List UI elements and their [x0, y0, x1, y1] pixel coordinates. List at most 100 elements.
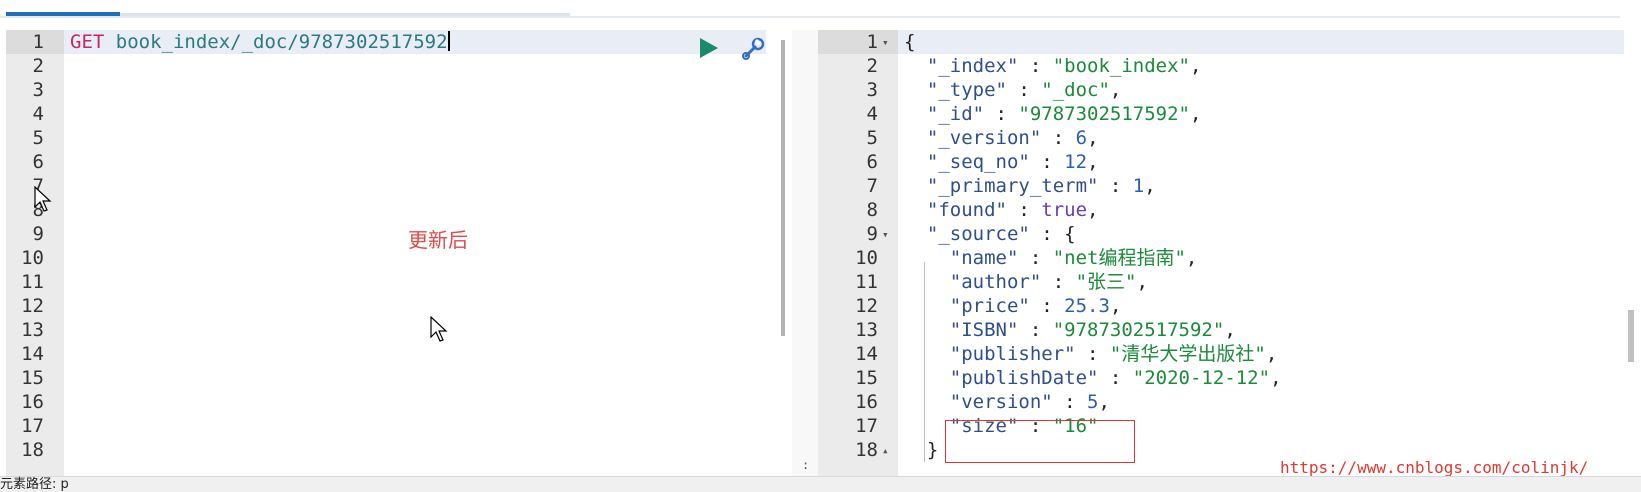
line-number: 18 — [855, 439, 878, 461]
line-number: 5 — [32, 127, 44, 149]
json-token: : — [1041, 271, 1076, 293]
wrench-icon[interactable] — [740, 36, 766, 62]
line-number: 2 — [866, 55, 878, 77]
fold-toggle-icon[interactable]: ▴ — [882, 438, 889, 463]
tab-strip — [0, 0, 1641, 18]
watermark-text: https://www.cnblogs.com/colinjk/ — [1280, 458, 1589, 477]
line-number: 4 — [866, 103, 878, 125]
line-number: 11 — [21, 271, 44, 293]
json-token: "found" — [904, 199, 1007, 221]
json-token: "publishDate" — [904, 367, 1099, 389]
line-number: 1 — [866, 31, 878, 53]
json-token: "book_index" — [1052, 55, 1190, 77]
json-token: "_version" — [904, 127, 1042, 149]
json-token: "_index" — [904, 55, 1019, 77]
json-token: "net编程指南" — [1052, 247, 1186, 269]
request-path: book_index/_doc/9787302517592 — [115, 31, 448, 53]
json-token: : — [1052, 391, 1088, 413]
json-token: 25.3 — [1064, 295, 1110, 317]
json-token: "9787302517592" — [1052, 319, 1225, 341]
mouse-cursor-icon — [34, 186, 52, 212]
line-number: 14 — [855, 343, 878, 365]
line-number: 9 — [866, 223, 878, 245]
json-token: , — [1265, 343, 1278, 365]
json-token: "_doc" — [1041, 79, 1110, 101]
line-number: 1 — [32, 31, 44, 53]
json-token: 5 — [1087, 391, 1099, 413]
json-token: "_type" — [904, 79, 1007, 101]
mouse-cursor-icon — [430, 316, 448, 342]
indent-guide — [924, 262, 925, 462]
line-number: 15 — [21, 367, 44, 389]
json-token: "2020-12-12" — [1132, 367, 1271, 389]
json-token: , — [1190, 103, 1202, 125]
response-editor[interactable]: 1 ▾{2 "_index" : "book_index", 3 "_type" :… — [818, 30, 1624, 476]
json-token: "ISBN" — [904, 319, 1019, 341]
json-token: "price" — [904, 295, 1030, 317]
line-number: 12 — [855, 295, 878, 317]
json-token: : — [1029, 151, 1065, 173]
json-token: , — [1087, 199, 1099, 221]
json-token: , — [1144, 175, 1156, 197]
json-token: "publisher" — [904, 343, 1076, 365]
annotation-text: 更新后 — [408, 228, 468, 252]
line-number: 5 — [866, 127, 878, 149]
line-number: 17 — [21, 415, 44, 437]
tab-divider — [0, 16, 1620, 18]
line-number: 10 — [855, 247, 878, 269]
highlight-box — [945, 420, 1135, 463]
line-number: 17 — [855, 415, 878, 437]
panel-splitter[interactable] — [792, 30, 818, 476]
json-token: "name" — [904, 247, 1019, 269]
request-editor[interactable]: 1 GET book_index/_doc/9787302517592 2 3 4 5 6 7… — [6, 30, 766, 476]
json-token: : — [1041, 127, 1076, 149]
line-number: 10 — [21, 247, 44, 269]
json-token: "清华大学出版社" — [1109, 343, 1266, 365]
json-token: , — [1136, 271, 1148, 293]
line-number: 13 — [21, 319, 44, 341]
play-icon[interactable] — [700, 38, 718, 58]
line-number: 8 — [866, 199, 878, 221]
line-number: 16 — [855, 391, 878, 413]
line-number: 15 — [855, 367, 878, 389]
json-token: "_source" — [904, 223, 1030, 245]
json-token: : — [1006, 199, 1042, 221]
json-token: 6 — [1075, 127, 1088, 149]
json-token: } — [904, 439, 939, 461]
json-token: , — [1270, 367, 1282, 389]
line-number: 14 — [21, 343, 44, 365]
json-token: : — [984, 103, 1019, 125]
json-token: "张三" — [1075, 271, 1137, 293]
line-number: 3 — [32, 79, 44, 101]
line-number: 11 — [855, 271, 878, 293]
json-token: "_id" — [904, 103, 985, 125]
json-token: : — [1098, 367, 1133, 389]
json-token: : { — [1029, 223, 1076, 245]
json-token: "9787302517592" — [1018, 103, 1190, 125]
json-token: , — [1109, 79, 1122, 101]
fold-toggle-icon[interactable]: ▾ — [882, 222, 889, 247]
line-number: 6 — [866, 151, 878, 173]
line-number: 6 — [32, 151, 44, 173]
json-token: 1 — [1132, 175, 1145, 197]
request-scrollbar[interactable] — [781, 40, 785, 336]
json-token: , — [1087, 151, 1099, 173]
json-token: "_seq_no" — [904, 151, 1030, 173]
line-number: 7 — [866, 175, 878, 197]
json-token: : — [1018, 319, 1053, 341]
response-scrollbar[interactable] — [1628, 310, 1634, 362]
json-token: , — [1224, 319, 1236, 341]
json-token: , — [1087, 127, 1099, 149]
fold-toggle-icon[interactable]: ▾ — [882, 30, 889, 55]
line-number: 3 — [866, 79, 878, 101]
splitter-handle[interactable]: : — [802, 458, 809, 472]
tab-active-indicator[interactable] — [6, 12, 120, 16]
status-path: 元素路径: p — [0, 477, 69, 492]
line-number: 4 — [32, 103, 44, 125]
status-bar: 元素路径: p — [0, 476, 1641, 492]
line-number: 18 — [21, 439, 44, 461]
json-token: : — [1029, 295, 1065, 317]
json-token: , — [1185, 247, 1198, 269]
tab-inactive-indicator[interactable] — [120, 13, 570, 16]
json-token: , — [1098, 391, 1110, 413]
